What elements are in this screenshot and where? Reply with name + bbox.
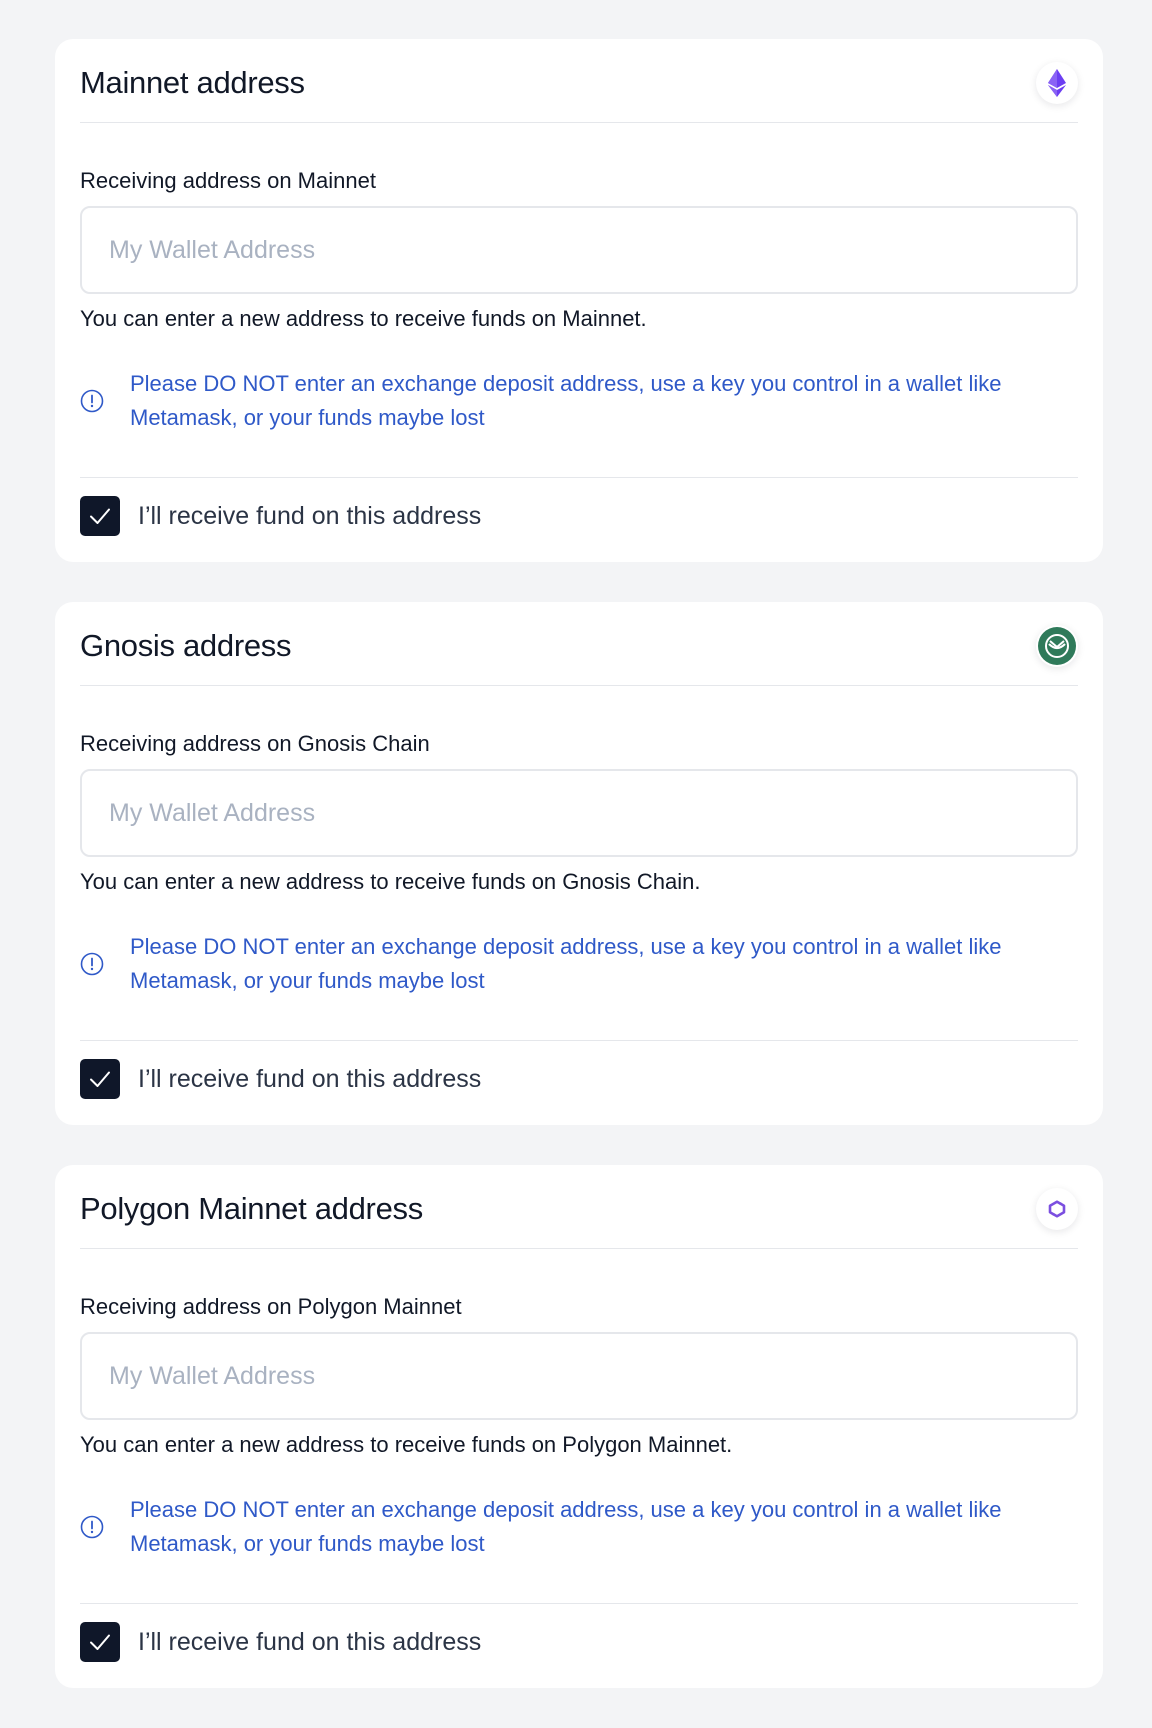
card-title: Gnosis address [80,627,292,663]
card-title: Mainnet address [80,64,305,100]
checkmark-icon [90,1071,110,1087]
info-icon [80,952,104,976]
wallet-address-input[interactable] [80,206,1078,294]
mainnet-address-card: Mainnet address Receiving address on Mai… [55,39,1103,562]
confirm-label[interactable]: I’ll receive fund on this address [138,502,481,531]
confirm-row[interactable]: I’ll receive fund on this address [80,1041,1078,1117]
card-title: Polygon Mainnet address [80,1190,423,1226]
wallet-address-input[interactable] [80,769,1078,857]
polygon-address-card: Polygon Mainnet address Receiving addres… [55,1165,1103,1688]
confirm-checkbox[interactable] [80,496,120,536]
ethereum-icon [1036,61,1078,104]
warning-text: Please DO NOT enter an exchange deposit … [130,371,1002,430]
field-label: Receiving address on Polygon Mainnet [80,1294,462,1319]
address-sections: Mainnet address Receiving address on Mai… [55,39,1103,1728]
helper-text: You can enter a new address to receive f… [80,869,701,894]
confirm-label[interactable]: I’ll receive fund on this address [138,1065,481,1094]
gnosis-address-card: Gnosis address Receiving address on Gnos… [55,602,1103,1125]
card-header: Mainnet address [80,39,1078,123]
polygon-icon [1036,1187,1078,1230]
confirm-checkbox[interactable] [80,1622,120,1662]
helper-text: You can enter a new address to receive f… [80,1432,733,1457]
field-label: Receiving address on Gnosis Chain [80,731,430,756]
checkmark-icon [90,1634,110,1650]
field-label: Receiving address on Mainnet [80,168,376,193]
confirm-row[interactable]: I’ll receive fund on this address [80,478,1078,554]
helper-text: You can enter a new address to receive f… [80,306,647,331]
card-header: Polygon Mainnet address [80,1165,1078,1249]
gnosis-icon [1036,624,1078,667]
confirm-row[interactable]: I’ll receive fund on this address [80,1604,1078,1680]
card-header: Gnosis address [80,602,1078,686]
info-icon [80,1515,104,1539]
warning-text: Please DO NOT enter an exchange deposit … [130,1497,1002,1556]
warning-notice: Please DO NOT enter an exchange deposit … [80,365,1078,437]
warning-notice: Please DO NOT enter an exchange deposit … [80,1491,1078,1563]
wallet-address-input[interactable] [80,1332,1078,1420]
warning-text: Please DO NOT enter an exchange deposit … [130,934,1002,993]
confirm-checkbox[interactable] [80,1059,120,1099]
warning-notice: Please DO NOT enter an exchange deposit … [80,928,1078,1000]
checkmark-icon [90,508,110,524]
info-icon [80,389,104,413]
confirm-label[interactable]: I’ll receive fund on this address [138,1628,481,1657]
